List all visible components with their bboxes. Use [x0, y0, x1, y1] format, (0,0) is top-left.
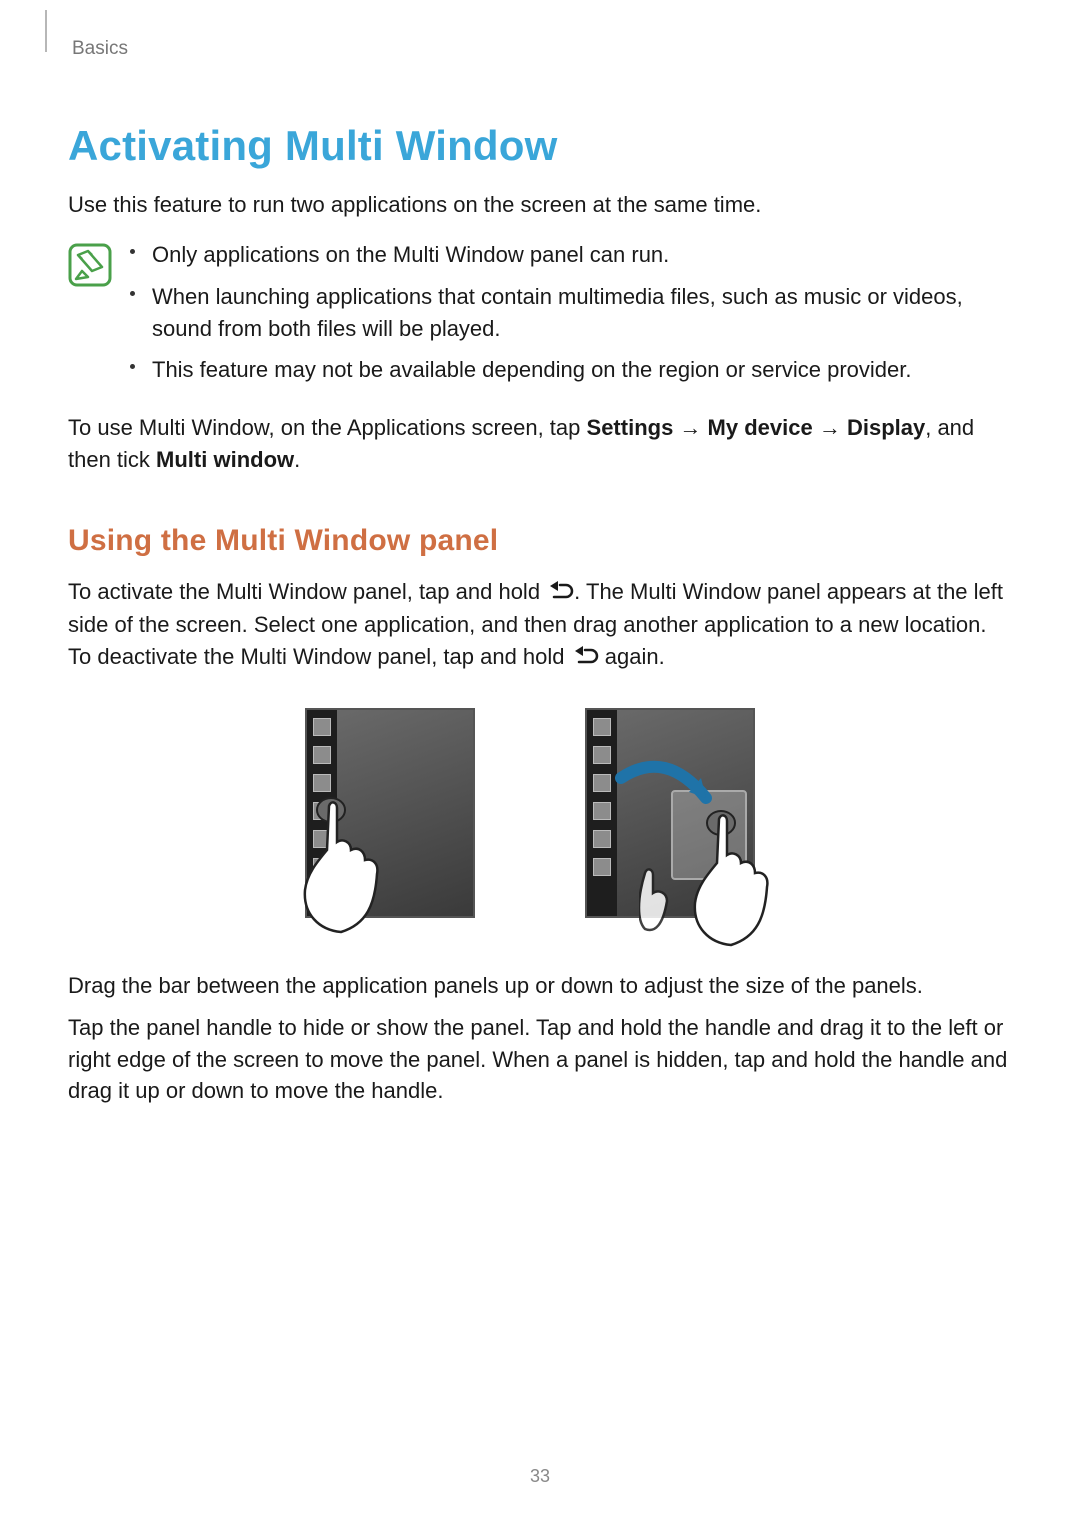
- label-settings: Settings: [587, 415, 674, 440]
- header-rule: [45, 10, 47, 52]
- note-text: When launching applications that contain…: [152, 284, 963, 341]
- illustration-drag: [585, 708, 775, 940]
- note-item: Only applications on the Multi Window pa…: [130, 239, 1012, 271]
- text: To activate the Multi Window panel, tap …: [68, 579, 546, 604]
- page-title: Activating Multi Window: [68, 122, 1012, 170]
- section-label: Basics: [72, 38, 1012, 60]
- intro-text: Use this feature to run two applications…: [68, 190, 1012, 221]
- note-icon: [68, 243, 112, 287]
- handle-text: Tap the panel handle to hide or show the…: [68, 1012, 1012, 1108]
- note-item: This feature may not be available depend…: [130, 354, 1012, 386]
- note-text: This feature may not be available depend…: [152, 357, 911, 382]
- label-display: Display: [847, 415, 925, 440]
- note-list: Only applications on the Multi Window pa…: [130, 239, 1012, 397]
- arrow: →: [673, 415, 707, 440]
- arrow: →: [813, 415, 847, 440]
- back-icon: [546, 580, 574, 602]
- note-block: Only applications on the Multi Window pa…: [68, 239, 1012, 397]
- activate-instructions: To activate the Multi Window panel, tap …: [68, 576, 1012, 674]
- hand-pointer-icon: [639, 803, 779, 953]
- back-icon: [571, 645, 599, 667]
- text: again.: [599, 644, 665, 669]
- illustration-select: [305, 708, 495, 940]
- label-multiwindow: Multi window: [156, 447, 294, 472]
- page-number: 33: [0, 1466, 1080, 1487]
- note-text: Only applications on the Multi Window pa…: [152, 242, 669, 267]
- enable-instructions: To use Multi Window, on the Applications…: [68, 412, 1012, 476]
- label-mydevice: My device: [708, 415, 813, 440]
- note-item: When launching applications that contain…: [130, 281, 1012, 345]
- illustration-row: [68, 708, 1012, 940]
- text: To use Multi Window, on the Applications…: [68, 415, 587, 440]
- text: .: [294, 447, 300, 472]
- drag-bar-text: Drag the bar between the application pan…: [68, 970, 1012, 1002]
- hand-pointer-icon: [301, 794, 431, 944]
- subheading: Using the Multi Window panel: [68, 524, 1012, 558]
